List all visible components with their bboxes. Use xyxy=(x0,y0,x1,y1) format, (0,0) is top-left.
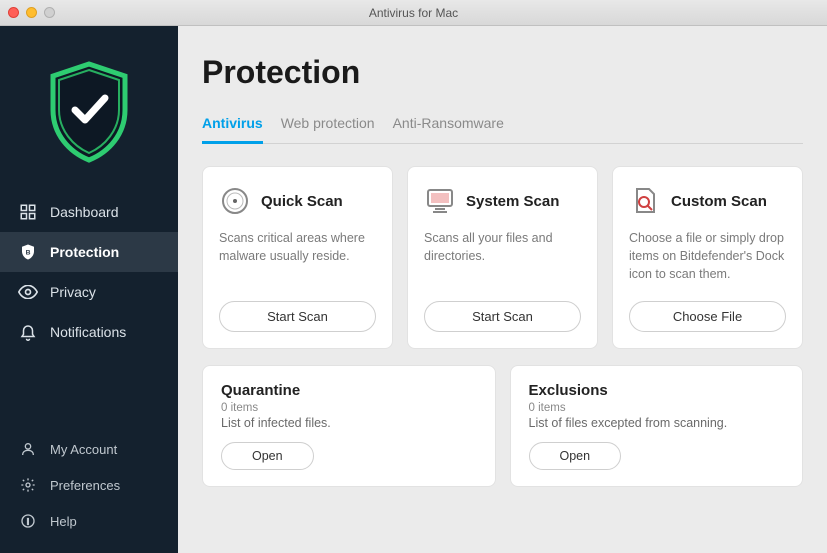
svg-text:i: i xyxy=(27,516,29,526)
sidebar-item-dashboard[interactable]: Dashboard xyxy=(0,192,178,232)
custom-scan-choose-button[interactable]: Choose File xyxy=(629,301,786,332)
privacy-icon xyxy=(18,282,38,302)
sidebar-item-protection[interactable]: B Protection xyxy=(0,232,178,272)
custom-scan-icon xyxy=(629,185,661,217)
sidebar-item-notifications[interactable]: Notifications xyxy=(0,312,178,352)
protection-icon: B xyxy=(18,242,38,262)
sidebar-bottom: My Account Preferences i Help xyxy=(0,431,178,553)
tabs: Antivirus Web protection Anti-Ransomware xyxy=(202,115,803,144)
exclusions-open-button[interactable]: Open xyxy=(529,442,622,470)
window-title: Antivirus for Mac xyxy=(0,6,827,20)
card-title: Quarantine xyxy=(221,382,477,399)
bell-icon xyxy=(18,322,38,342)
sidebar-nav: Dashboard B Protection Privacy Notificat… xyxy=(0,192,178,352)
card-subtitle: 0 items xyxy=(529,402,785,414)
zoom-window-button[interactable] xyxy=(44,7,55,18)
card-desc: Scans critical areas where malware usual… xyxy=(219,229,376,283)
tab-web-protection[interactable]: Web protection xyxy=(281,115,375,144)
custom-scan-card: Custom Scan Choose a file or simply drop… xyxy=(612,166,803,349)
main-content: Protection Antivirus Web protection Anti… xyxy=(178,26,827,553)
card-title: Custom Scan xyxy=(671,193,767,210)
card-desc: List of files excepted from scanning. xyxy=(529,416,785,430)
sidebar-item-preferences[interactable]: Preferences xyxy=(0,467,178,503)
sidebar-item-label: Notifications xyxy=(50,324,126,340)
tab-antivirus[interactable]: Antivirus xyxy=(202,115,263,144)
app-logo xyxy=(0,26,178,192)
gear-icon xyxy=(18,475,38,495)
sidebar-item-privacy[interactable]: Privacy xyxy=(0,272,178,312)
card-desc: List of infected files. xyxy=(221,416,477,430)
titlebar: Antivirus for Mac xyxy=(0,0,827,26)
tab-anti-ransomware[interactable]: Anti-Ransomware xyxy=(393,115,504,144)
card-title: System Scan xyxy=(466,193,559,210)
minimize-window-button[interactable] xyxy=(26,7,37,18)
card-desc: Scans all your files and directories. xyxy=(424,229,581,283)
card-title: Quick Scan xyxy=(261,193,343,210)
page-title: Protection xyxy=(202,54,803,91)
svg-text:B: B xyxy=(26,249,31,256)
quick-scan-start-button[interactable]: Start Scan xyxy=(219,301,376,332)
sidebar-item-account[interactable]: My Account xyxy=(0,431,178,467)
system-scan-card: System Scan Scans all your files and dir… xyxy=(407,166,598,349)
system-scan-start-button[interactable]: Start Scan xyxy=(424,301,581,332)
system-scan-icon xyxy=(424,185,456,217)
quick-scan-icon xyxy=(219,185,251,217)
window-controls xyxy=(8,7,55,18)
bottom-cards-row: Quarantine 0 items List of infected file… xyxy=(202,365,803,487)
card-title: Exclusions xyxy=(529,382,785,399)
scan-cards-row: Quick Scan Scans critical areas where ma… xyxy=(202,166,803,349)
card-desc: Choose a file or simply drop items on Bi… xyxy=(629,229,786,283)
sidebar-item-label: Preferences xyxy=(50,478,120,493)
help-icon: i xyxy=(18,511,38,531)
sidebar-item-label: Dashboard xyxy=(50,204,119,220)
sidebar-item-help[interactable]: i Help xyxy=(0,503,178,539)
exclusions-card: Exclusions 0 items List of files excepte… xyxy=(510,365,804,487)
sidebar-item-label: Help xyxy=(50,514,77,529)
sidebar-item-label: Protection xyxy=(50,244,119,260)
user-icon xyxy=(18,439,38,459)
sidebar-item-label: My Account xyxy=(50,442,117,457)
quarantine-open-button[interactable]: Open xyxy=(221,442,314,470)
card-subtitle: 0 items xyxy=(221,402,477,414)
sidebar-item-label: Privacy xyxy=(50,284,96,300)
quarantine-card: Quarantine 0 items List of infected file… xyxy=(202,365,496,487)
sidebar: Dashboard B Protection Privacy Notificat… xyxy=(0,26,178,553)
close-window-button[interactable] xyxy=(8,7,19,18)
dashboard-icon xyxy=(18,202,38,222)
quick-scan-card: Quick Scan Scans critical areas where ma… xyxy=(202,166,393,349)
shield-icon xyxy=(45,60,133,164)
